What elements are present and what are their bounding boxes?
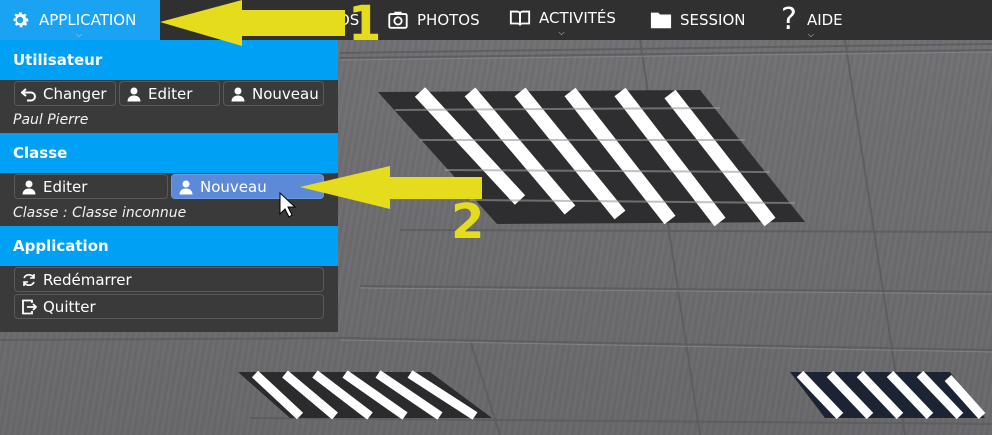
annotation-overlay	[160, 0, 482, 218]
annotation-number-2: 2	[451, 194, 485, 250]
annotation-number-1: 1	[348, 0, 382, 52]
annotation-arrow-1	[160, 0, 345, 46]
mouse-cursor-icon	[279, 191, 297, 218]
